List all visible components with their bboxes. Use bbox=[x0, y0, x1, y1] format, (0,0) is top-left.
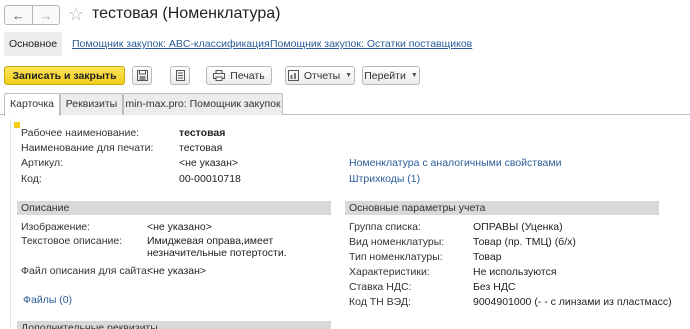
save-and-close-button[interactable]: Записать и закрыть bbox=[4, 66, 125, 85]
save-button[interactable] bbox=[132, 66, 152, 85]
history-nav: ← → bbox=[4, 5, 60, 25]
goto-menu-button[interactable]: Перейти ▼ bbox=[362, 66, 420, 85]
text-description-line-2[interactable]: незначительные потертости. bbox=[147, 247, 287, 259]
barcodes-link[interactable]: Штрихкоды (1) bbox=[349, 173, 420, 185]
chevron-down-icon: ▼ bbox=[345, 72, 353, 79]
text-description-line-1[interactable]: Имиджевая оправа,имеет bbox=[147, 235, 273, 247]
article-label: Артикул: bbox=[21, 157, 64, 169]
reports-menu-button[interactable]: Отчеты ▼ bbox=[285, 66, 355, 85]
document-button[interactable] bbox=[170, 66, 190, 85]
list-group-field[interactable]: ОПРАВЫ (Уценка) bbox=[473, 221, 563, 233]
print-button[interactable]: Печать bbox=[206, 66, 272, 85]
tab-min-max-helper[interactable]: min-max.pro: Помощник закупок bbox=[123, 93, 283, 115]
similar-items-link[interactable]: Номенклатура с аналогичными свойствами bbox=[349, 157, 561, 169]
work-name-field[interactable]: тестовая bbox=[179, 127, 225, 139]
work-name-label: Рабочее наименование: bbox=[21, 127, 140, 139]
characteristics-label: Характеристики: bbox=[349, 266, 430, 278]
code-field[interactable]: 00-00010718 bbox=[179, 173, 241, 185]
section-abc-link[interactable]: Помощник закупок: ABC-классификация bbox=[72, 32, 270, 56]
text-description-label: Текстовое описание: bbox=[21, 235, 123, 247]
tnved-code-label: Код ТН ВЭД: bbox=[349, 296, 411, 308]
code-label: Код: bbox=[21, 173, 42, 185]
list-group-label: Группа списка: bbox=[349, 221, 421, 233]
title-bar: ← → ☆ тестовая (Номенклатура) bbox=[0, 0, 690, 30]
floppy-disk-icon bbox=[136, 70, 148, 81]
item-kind-field[interactable]: Товар (пр. ТМЦ) (б/х) bbox=[473, 236, 576, 248]
print-name-field[interactable]: тестовая bbox=[179, 142, 222, 154]
page-title: тестовая (Номенклатура) bbox=[92, 5, 281, 22]
site-file-label: Файл описания для сайта: bbox=[21, 265, 150, 277]
print-name-label: Наименование для печати: bbox=[21, 142, 154, 154]
document-list-icon bbox=[175, 70, 185, 81]
forward-arrow-icon[interactable]: → bbox=[32, 6, 59, 24]
item-kind-label: Вид номенклатуры: bbox=[349, 236, 445, 248]
site-file-field[interactable]: <не указан> bbox=[147, 265, 206, 277]
chevron-down-icon: ▼ bbox=[410, 72, 418, 79]
favorite-star-icon[interactable]: ☆ bbox=[68, 4, 84, 25]
tab-card[interactable]: Карточка bbox=[4, 93, 60, 116]
tab-props[interactable]: Реквизиты bbox=[60, 93, 123, 115]
vat-rate-label: Ставка НДС: bbox=[349, 281, 412, 293]
item-type-label: Тип номенклатуры: bbox=[349, 251, 443, 263]
image-field[interactable]: <не указано> bbox=[147, 221, 212, 233]
vat-rate-field[interactable]: Без НДС bbox=[473, 281, 516, 293]
report-icon bbox=[287, 70, 299, 81]
form-tabs: Карточка Реквизиты min-max.pro: Помощник… bbox=[0, 93, 690, 116]
characteristics-field[interactable]: Не используются bbox=[473, 266, 557, 278]
printer-icon bbox=[213, 70, 226, 81]
image-label: Изображение: bbox=[21, 221, 91, 233]
item-type-field[interactable]: Товар bbox=[473, 251, 502, 263]
print-label: Печать bbox=[230, 69, 265, 82]
section-main[interactable]: Основное bbox=[4, 32, 62, 56]
section-stock-link[interactable]: Помощник закупок: Остатки поставщиков bbox=[270, 32, 472, 56]
accounting-group-header: Основные параметры учета bbox=[345, 201, 659, 215]
card-form: Рабочее наименование: тестовая Наименова… bbox=[10, 119, 690, 329]
additional-props-group-header: Дополнительные реквизиты bbox=[17, 321, 331, 329]
tnved-code-field[interactable]: 9004901000 (- - с линзами из пластмасс) bbox=[473, 296, 672, 308]
article-field[interactable]: <не указан> bbox=[179, 157, 238, 169]
reports-label: Отчеты bbox=[303, 69, 341, 82]
section-links: Основное Помощник закупок: ABC-классифик… bbox=[0, 32, 690, 56]
command-bar: Записать и закрыть Печать Отчеты ▼ Перей… bbox=[0, 63, 690, 87]
goto-label: Перейти bbox=[364, 69, 406, 82]
save-and-close-label: Записать и закрыть bbox=[12, 69, 117, 82]
description-group-header: Описание bbox=[17, 201, 331, 215]
back-arrow-icon[interactable]: ← bbox=[5, 6, 32, 24]
files-link[interactable]: Файлы (0) bbox=[23, 294, 72, 306]
